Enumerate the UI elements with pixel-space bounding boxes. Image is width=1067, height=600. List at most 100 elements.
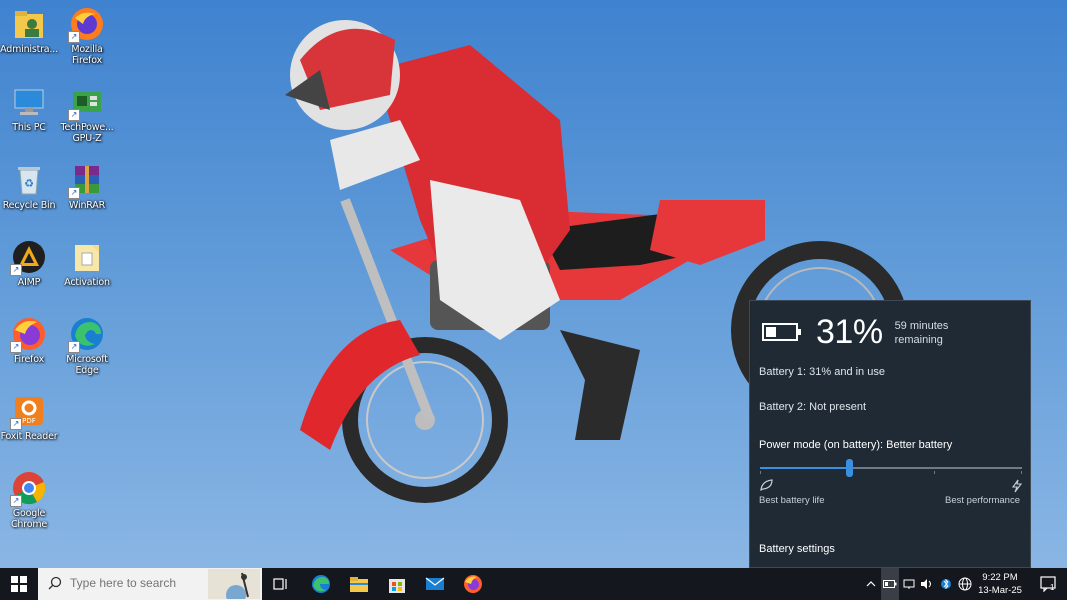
battery-2-status: Battery 2: Not present [759,401,866,413]
power-mode-label: Power mode (on battery): Better battery [759,439,953,451]
desktop-icon-recycle-bin[interactable]: ♻ Recycle Bin [0,162,60,211]
desktop-icon-foxit-reader[interactable]: PDF ↗ Foxit Reader [0,393,60,442]
desktop-icon-microsoft-edge[interactable]: ↗ Microsoft Edge [56,316,118,376]
user-folder-icon [11,6,47,42]
desktop-icon-gpu-z[interactable]: ↗ TechPowe... GPU-Z [56,84,118,144]
edge-icon [312,575,330,593]
battery-settings-link[interactable]: Battery settings [759,543,835,555]
best-battery-life-label: Best battery life [759,495,825,506]
shortcut-arrow-icon: ↗ [10,341,22,353]
notification-icon [1039,576,1056,592]
firefox-icon: ↗ [10,316,47,353]
taskbar-microsoft-store[interactable] [378,568,416,600]
desktop-icon-this-pc[interactable]: This PC [0,84,60,133]
desktop-icon-firefox[interactable]: ↗ Firefox [0,316,60,365]
firefox-icon [464,575,482,593]
battery-icon [883,580,897,588]
leaf-icon [760,479,774,494]
taskbar-mail[interactable] [416,568,454,600]
taskbar: 9:22 PM 13-Mar-25 1 [0,568,1067,600]
speaker-icon [921,579,931,589]
clock-time: 9:22 PM [982,572,1018,583]
folder-icon [69,239,105,275]
desktop-icon-label: Activation [64,277,110,288]
battery-time-remaining: 59 minutes remaining [894,320,949,346]
shortcut-arrow-icon: ↗ [68,187,80,199]
chevron-up-icon [866,581,876,587]
desktop-icon-activation[interactable]: Activation [56,239,118,288]
desktop-icon-label: WinRAR [69,200,105,211]
foxit-pdf-icon: PDF ↗ [10,393,47,430]
action-center-button[interactable]: 1 [1030,568,1067,600]
mail-icon [425,577,445,590]
start-button[interactable] [0,568,38,600]
firefox-icon: ↗ [68,6,105,43]
desktop-icon-label: This PC [12,122,46,133]
desktop-icon-administrator[interactable]: Administra... [0,6,60,55]
task-view-icon [273,578,287,590]
search-icon [48,576,62,590]
desktop-icon-aimp[interactable]: ↗ AIMP [0,239,60,288]
desktop-icon-label: Microsoft Edge [66,354,108,376]
power-mode-slider[interactable] [760,459,1022,477]
task-view-button[interactable] [262,568,300,600]
battery-icon [762,323,801,341]
best-performance-label: Best performance [945,495,1020,506]
shortcut-arrow-icon: ↗ [68,341,80,353]
aimp-icon: ↗ [10,239,47,276]
search-highlight-illustration [208,569,260,599]
desktop-icon-label: Google Chrome [10,508,48,530]
desktop-icon-label: AIMP [17,277,41,288]
desktop-icon-label: Foxit Reader [0,431,58,442]
desktop-icon-mozilla-firefox[interactable]: ↗ Mozilla Firefox [56,6,118,66]
recycle-bin-icon: ♻ [11,162,47,198]
edge-icon: ↗ [68,316,105,353]
computer-icon [11,84,47,120]
desktop-icon-label: Recycle Bin [2,200,56,211]
shortcut-arrow-icon: ↗ [10,264,22,276]
battery-percent: 31% [816,313,883,351]
slider-tick [934,471,935,474]
shortcut-arrow-icon: ↗ [68,109,80,121]
notification-count: 1 [1050,583,1055,592]
shortcut-arrow-icon: ↗ [10,495,22,507]
shortcut-arrow-icon: ↗ [10,418,22,430]
bluetooth-button[interactable] [937,568,955,600]
meet-now-button[interactable] [900,568,918,600]
taskbar-clock[interactable]: 9:22 PM 13-Mar-25 [972,571,1028,597]
desktop-icon-label: Administra... [0,44,58,55]
svg-text:PDF: PDF [22,417,36,425]
lightning-icon [1011,479,1023,496]
battery-flyout: 31% 59 minutes remaining Battery 1: 31% … [749,300,1031,568]
store-icon [389,579,405,593]
desktop-icon-google-chrome[interactable]: ↗ Google Chrome [0,470,60,530]
volume-button[interactable] [918,568,936,600]
taskbar-file-explorer[interactable] [340,568,378,600]
taskbar-search-box[interactable] [38,568,262,600]
desktop-icon-label: Firefox [13,354,45,365]
display-icon [903,579,915,589]
clock-date: 13-Mar-25 [978,585,1022,596]
slider-tick [760,471,761,474]
winrar-icon: ↗ [68,162,105,199]
desktop-icon-label: Mozilla Firefox [71,44,103,66]
taskbar-firefox[interactable] [454,568,492,600]
gpu-card-icon: ↗ [68,84,105,121]
battery-1-status: Battery 1: 31% and in use [759,366,885,378]
taskbar-edge[interactable] [302,568,340,600]
bluetooth-icon [941,578,951,590]
windows-logo-icon [11,576,27,592]
show-hidden-icons-button[interactable] [862,568,880,600]
battery-tray-button[interactable] [881,568,899,600]
power-mode-slider-thumb[interactable] [846,459,854,477]
search-input[interactable] [68,575,192,591]
shortcut-arrow-icon: ↗ [68,31,80,43]
desktop-icon-label: TechPowe... GPU-Z [60,122,114,144]
svg-text:♻: ♻ [24,178,34,190]
folder-icon [350,577,368,592]
desktop-icon-winrar[interactable]: ↗ WinRAR [56,162,118,211]
slider-tick [1021,471,1022,474]
globe-icon [958,577,972,591]
power-mode-slider-fill [760,467,850,469]
chrome-icon: ↗ [10,470,47,507]
